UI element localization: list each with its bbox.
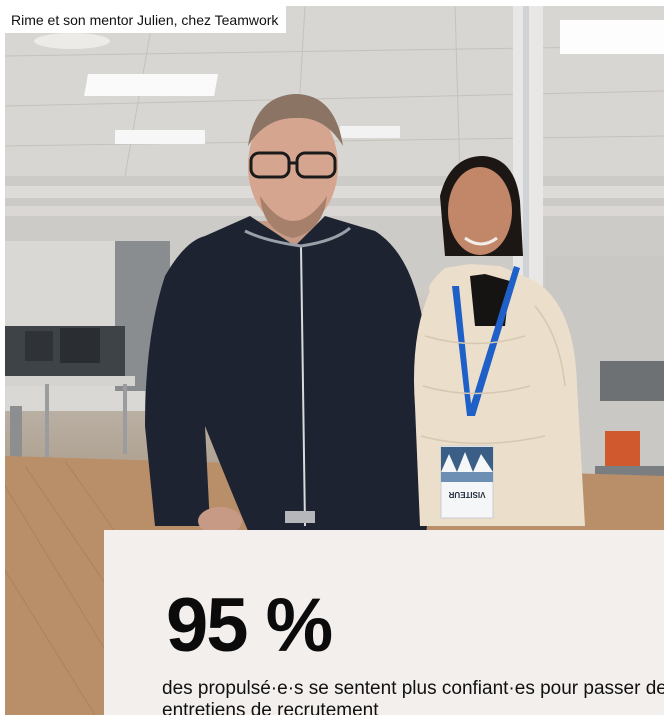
visitor-badge-label: VISITEUR — [448, 490, 485, 499]
photo-caption: Rime et son mentor Julien, chez Teamwork — [5, 6, 287, 33]
stat-value: 95 % — [166, 583, 333, 668]
stat-description: des propulsé·e·s se sentent plus confian… — [162, 678, 664, 715]
stat-card: 95 % des propulsé·e·s se sentent plus co… — [104, 530, 664, 715]
